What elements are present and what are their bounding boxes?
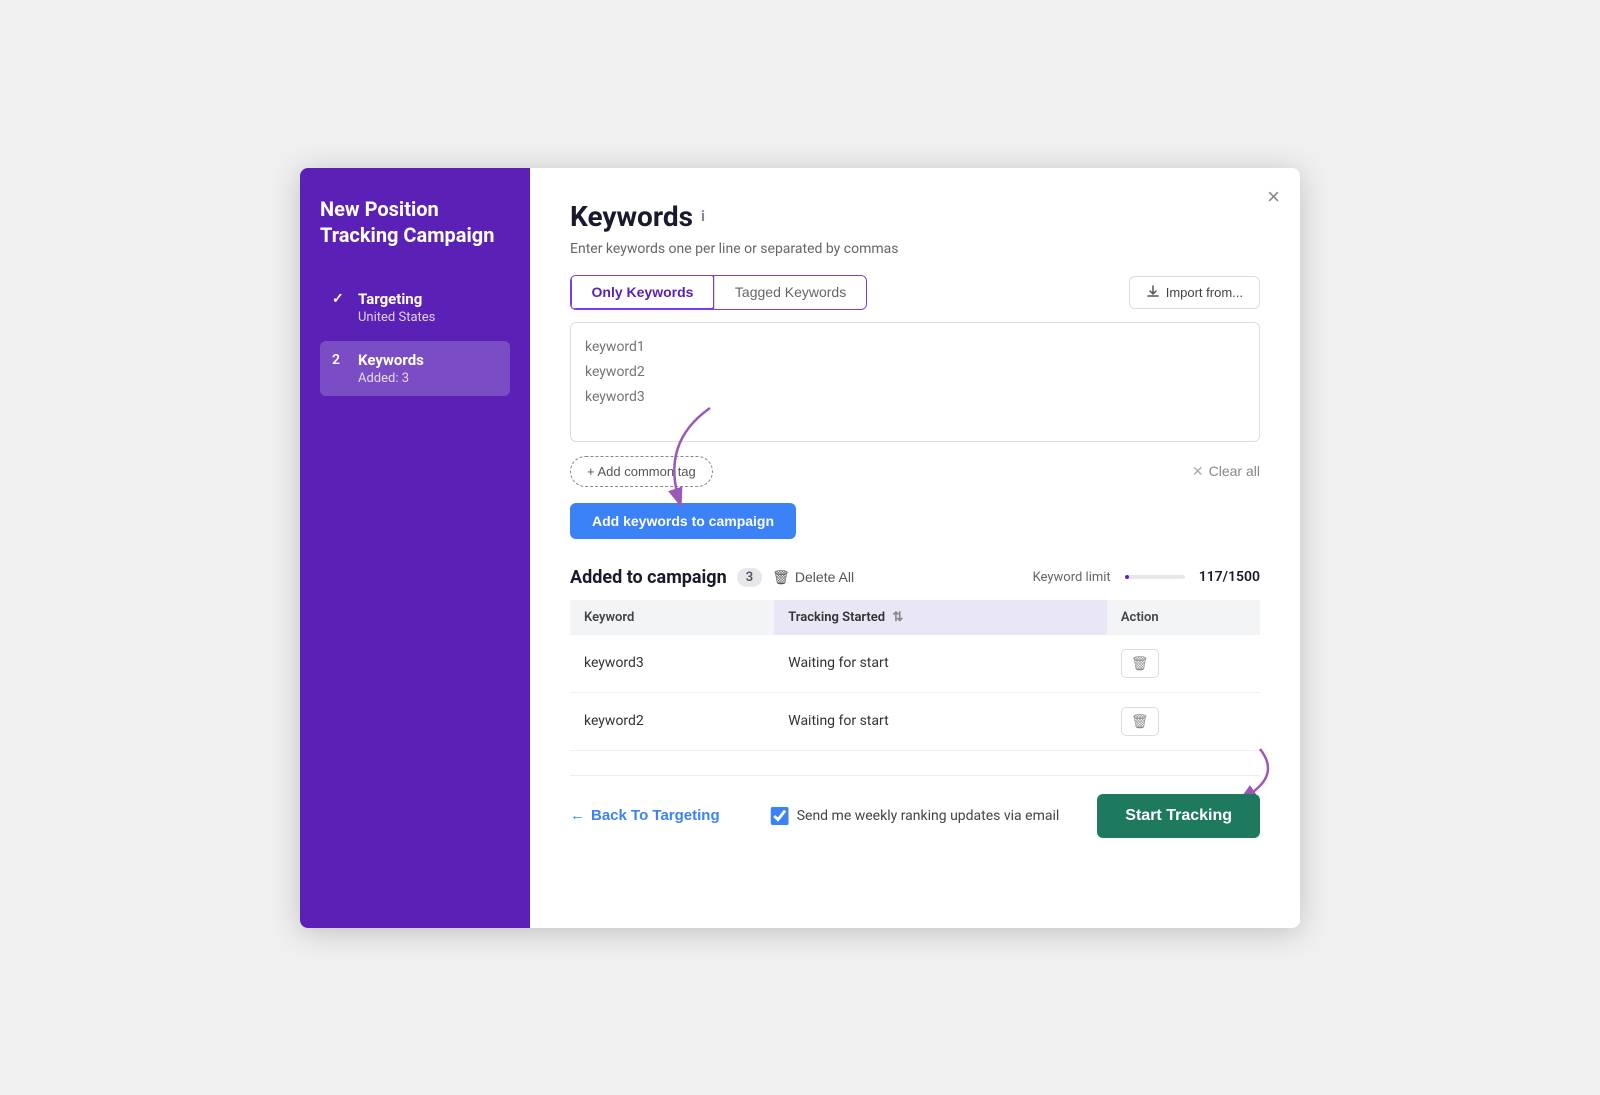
table-head: Keyword Tracking Started ⇅ Action (570, 600, 1260, 635)
trash-icon: 🗑 (772, 569, 790, 586)
tabs-row: Only Keywords Tagged Keywords Import fro… (570, 275, 1260, 310)
email-check-row: Send me weekly ranking updates via email (771, 807, 1060, 825)
arrow-area: Add keywords to campaign (570, 503, 1260, 539)
action-cell: 🗑 (1107, 692, 1260, 750)
col-keyword: Keyword (570, 600, 774, 635)
keywords-step-num: 2 (332, 352, 350, 368)
check-icon: ✓ (332, 291, 350, 307)
targeting-header: ✓ Targeting (332, 290, 498, 308)
keywords-sub: Added: 3 (332, 371, 498, 386)
table-row: keyword3 Waiting for start 🗑 (570, 635, 1260, 693)
info-icon[interactable]: i (701, 207, 705, 225)
limit-bar-fill (1125, 575, 1130, 579)
page-title-text: Keywords (570, 200, 693, 233)
keywords-label: Keywords (358, 351, 424, 369)
campaign-badge: 3 (737, 568, 762, 587)
tab-tagged-keywords[interactable]: Tagged Keywords (714, 276, 866, 309)
footer: ← Back To Targeting Send me weekly ranki… (570, 775, 1260, 838)
delete-all-button[interactable]: 🗑 Delete All (772, 569, 854, 586)
campaign-title: Added to campaign (570, 567, 727, 588)
status-cell: Waiting for start (774, 635, 1107, 693)
table-body: keyword3 Waiting for start 🗑 keyword2 Wa… (570, 635, 1260, 751)
keyword-cell: keyword3 (570, 635, 774, 693)
email-label: Send me weekly ranking updates via email (797, 808, 1060, 824)
col-action: Action (1107, 600, 1260, 635)
actions-row: + Add common tag ✕ Clear all (570, 456, 1260, 487)
table-header-row: Keyword Tracking Started ⇅ Action (570, 600, 1260, 635)
delete-row-button-0[interactable]: 🗑 (1121, 649, 1159, 678)
keywords-header: 2 Keywords (332, 351, 498, 369)
page-subtitle: Enter keywords one per line or separated… (570, 241, 1260, 257)
clear-all-button[interactable]: ✕ Clear all (1192, 463, 1260, 480)
modal-wrapper: New Position Tracking Campaign ✓ Targeti… (300, 168, 1300, 928)
targeting-label: Targeting (358, 290, 422, 308)
import-button[interactable]: Import from... (1129, 276, 1260, 309)
keyword-limit-label: Keyword limit (1033, 570, 1111, 585)
targeting-sub: United States (332, 310, 498, 325)
keyword-cell: keyword2 (570, 692, 774, 750)
limit-bar-bg (1125, 575, 1185, 579)
tabs-container: Only Keywords Tagged Keywords (570, 275, 867, 310)
sidebar: New Position Tracking Campaign ✓ Targeti… (300, 168, 530, 928)
keyword-limit-value: 117/1500 (1199, 569, 1260, 585)
clear-x-icon: ✕ (1192, 463, 1204, 480)
start-tracking-button[interactable]: Start Tracking (1097, 794, 1260, 838)
tab-only-keywords[interactable]: Only Keywords (570, 275, 715, 310)
delete-row-button-1[interactable]: 🗑 (1121, 707, 1159, 736)
campaign-section-header: Added to campaign 3 🗑 Delete All Keyword… (570, 567, 1260, 588)
download-icon (1146, 285, 1160, 299)
sidebar-title: New Position Tracking Campaign (320, 196, 510, 248)
close-button[interactable]: × (1267, 186, 1280, 208)
add-keywords-button[interactable]: Add keywords to campaign (570, 503, 796, 539)
page-title: Keywords i (570, 200, 1260, 233)
start-tracking-wrapper: Start Tracking (1097, 794, 1260, 838)
action-cell: 🗑 (1107, 635, 1260, 693)
email-checkbox[interactable] (771, 807, 789, 825)
status-cell: Waiting for start (774, 692, 1107, 750)
table-row: keyword2 Waiting for start 🗑 (570, 692, 1260, 750)
sort-icon[interactable]: ⇅ (892, 610, 903, 625)
main-content: × Keywords i Enter keywords one per line… (530, 168, 1300, 928)
back-button[interactable]: ← Back To Targeting (570, 807, 720, 824)
arrow-left-icon: ← (570, 807, 585, 824)
add-tag-button[interactable]: + Add common tag (570, 456, 713, 487)
keywords-textarea[interactable] (570, 322, 1260, 442)
col-tracking-started: Tracking Started ⇅ (774, 600, 1107, 635)
campaign-title-row: Added to campaign 3 🗑 Delete All (570, 567, 854, 588)
sidebar-item-keywords[interactable]: 2 Keywords Added: 3 (320, 341, 510, 396)
sidebar-item-targeting[interactable]: ✓ Targeting United States (320, 280, 510, 335)
keyword-limit-area: Keyword limit 117/1500 (1033, 569, 1260, 585)
keywords-table: Keyword Tracking Started ⇅ Action keywor… (570, 600, 1260, 751)
